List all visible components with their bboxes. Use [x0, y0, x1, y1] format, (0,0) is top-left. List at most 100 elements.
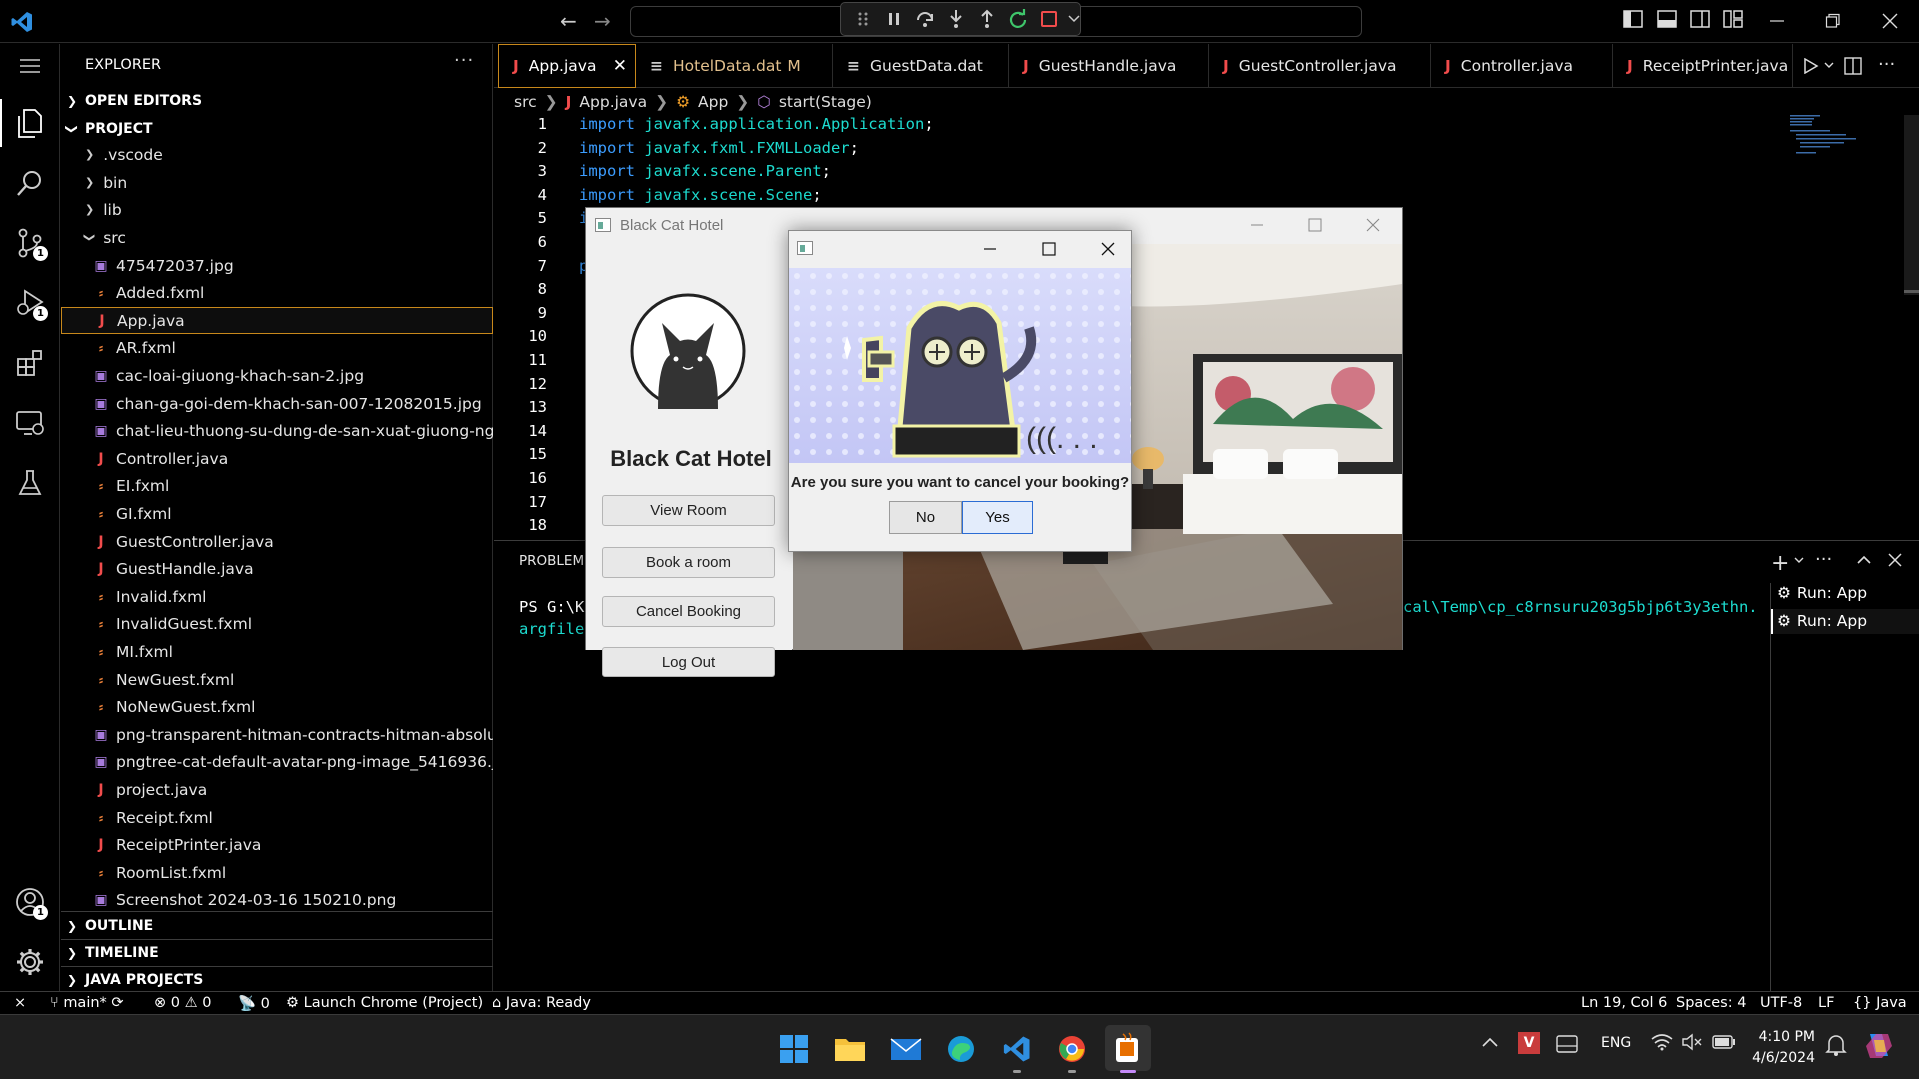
stop-icon[interactable]: [1037, 7, 1060, 31]
wifi-icon[interactable]: [1651, 1033, 1673, 1051]
file-item[interactable]: ▣ cac-loai-giuong-khach-san-2.jpg: [61, 362, 493, 389]
view-room-button[interactable]: View Room: [602, 495, 775, 526]
chevron-up-icon[interactable]: [1482, 1037, 1498, 1047]
java-app-icon[interactable]: [1105, 1025, 1151, 1073]
tab-guesthandle-java[interactable]: J GuestHandle.java: [1009, 44, 1209, 88]
toggle-secondary-sidebar-icon[interactable]: [1690, 10, 1710, 28]
breadcrumb-item[interactable]: App: [698, 93, 728, 111]
language-mode[interactable]: {} Java: [1853, 995, 1907, 1011]
breadcrumb-item[interactable]: start(Stage): [779, 93, 872, 111]
problems-indicator[interactable]: ⊗ 0 ⚠ 0: [154, 995, 211, 1011]
folder-bin[interactable]: ❯ bin: [61, 169, 493, 196]
yes-button[interactable]: Yes: [962, 501, 1033, 534]
split-editor-icon[interactable]: [1844, 57, 1862, 75]
file-item[interactable]: J Controller.java: [61, 445, 493, 472]
breadcrumb-item[interactable]: App.java: [579, 93, 647, 111]
run-icon[interactable]: [1803, 58, 1819, 74]
dialog-close-icon[interactable]: [1101, 242, 1115, 256]
java-projects-section[interactable]: ❯ JAVA PROJECTS: [61, 966, 493, 993]
toggle-sidebar-icon[interactable]: [1623, 10, 1643, 28]
more-actions-icon[interactable]: ···: [1815, 549, 1832, 570]
more-actions-icon[interactable]: ···: [1878, 54, 1895, 75]
close-panel-icon[interactable]: [1888, 553, 1902, 567]
close-tab-icon[interactable]: ✕: [613, 56, 627, 76]
terminal-run-app-1[interactable]: ⚙ Run: App: [1777, 584, 1867, 602]
chevron-down-icon[interactable]: [1824, 62, 1834, 70]
chevron-down-icon[interactable]: [1068, 7, 1080, 31]
accounts-icon[interactable]: 1: [12, 884, 48, 920]
explorer-icon[interactable]: [12, 105, 48, 141]
tab-guestdata-dat[interactable]: ≡ GuestData.dat: [833, 44, 1009, 88]
chevron-down-icon[interactable]: [1794, 557, 1804, 565]
copilot-icon[interactable]: [1864, 1030, 1894, 1060]
file-item[interactable]: ⸗ GI.fxml: [61, 500, 493, 527]
dialog-maximize-icon[interactable]: [1042, 242, 1056, 256]
minimize-icon[interactable]: [1769, 13, 1785, 29]
file-item[interactable]: ⸗ NewGuest.fxml: [61, 666, 493, 693]
app-close-icon[interactable]: [1366, 218, 1380, 232]
settings-gear-icon[interactable]: [12, 944, 48, 980]
cursor-position[interactable]: Ln 19, Col 6: [1581, 995, 1667, 1011]
more-actions-icon[interactable]: ···: [454, 50, 474, 71]
editor-scrollbar[interactable]: [1904, 115, 1919, 295]
minimap[interactable]: [1790, 115, 1860, 165]
no-button[interactable]: No: [889, 501, 962, 534]
maximize-panel-icon[interactable]: [1857, 555, 1871, 565]
language-indicator[interactable]: ENG: [1601, 1035, 1631, 1051]
remote-icon[interactable]: ⨯: [14, 995, 26, 1011]
file-item[interactable]: ⸗ Added.fxml: [61, 280, 493, 307]
file-item[interactable]: ⸗ InvalidGuest.fxml: [61, 611, 493, 638]
file-item[interactable]: ▣ 475472037.jpg: [61, 252, 493, 279]
cancel-booking-button[interactable]: Cancel Booking: [602, 596, 775, 627]
file-explorer-icon[interactable]: [830, 1029, 870, 1069]
testing-flask-icon[interactable]: [12, 465, 48, 501]
customize-layout-icon[interactable]: [1723, 10, 1743, 28]
branch-indicator[interactable]: ⑂ main* ⟳: [50, 995, 124, 1011]
open-editors-section[interactable]: ❯ OPEN EDITORS: [61, 87, 493, 114]
app-maximize-icon[interactable]: [1308, 218, 1322, 232]
chrome-icon[interactable]: [1052, 1029, 1092, 1073]
file-item[interactable]: Jproject.java: [61, 776, 493, 803]
remote-explorer-icon[interactable]: [12, 405, 48, 441]
breadcrumb-item[interactable]: src: [514, 93, 537, 111]
line-ending[interactable]: LF: [1818, 995, 1834, 1011]
antivirus-tray-icon[interactable]: V: [1518, 1032, 1540, 1054]
forward-arrow-icon[interactable]: →: [594, 9, 611, 33]
folder-lib[interactable]: ❯ lib: [61, 196, 493, 223]
new-terminal-icon[interactable]: +: [1771, 551, 1789, 576]
clock-date[interactable]: 4/6/2024: [1750, 1050, 1815, 1066]
terminal-run-app-2[interactable]: ⚙ Run: App: [1777, 612, 1867, 630]
file-item[interactable]: ⸗ Receipt.fxml: [61, 804, 493, 831]
file-item[interactable]: ▣ pngtree-cat-default-avatar-png-image_54…: [61, 749, 493, 776]
tab-controller-java[interactable]: J Controller.java: [1431, 44, 1613, 88]
panel-tab-problems[interactable]: PROBLEMS: [519, 553, 593, 569]
timeline-section[interactable]: ❯ TIMELINE: [61, 939, 493, 966]
source-control-icon[interactable]: 1: [12, 225, 48, 261]
file-item[interactable]: ⸗ AR.fxml: [61, 335, 493, 362]
file-item[interactable]: J ReceiptPrinter.java: [61, 832, 493, 859]
log-out-button[interactable]: Log Out: [602, 647, 775, 677]
outline-section[interactable]: ❯ OUTLINE: [61, 912, 493, 939]
project-section[interactable]: ❯ PROJECT: [61, 115, 493, 142]
tab-guestcontroller-java[interactable]: J GuestController.java: [1209, 44, 1431, 88]
pause-icon[interactable]: [882, 7, 905, 31]
tab-receiptprinter-java[interactable]: J ReceiptPrinter.java: [1613, 44, 1793, 88]
volume-muted-icon[interactable]: [1682, 1033, 1704, 1051]
folder-vscode[interactable]: ❯ .vscode: [61, 141, 493, 168]
toggle-panel-icon[interactable]: [1657, 10, 1677, 28]
notification-bell-icon[interactable]: [1825, 1033, 1847, 1057]
file-item[interactable]: ⸗ RoomList.fxml: [61, 859, 493, 886]
step-over-icon[interactable]: [913, 7, 936, 31]
step-into-icon[interactable]: [944, 7, 967, 31]
file-item[interactable]: J App.java: [61, 307, 493, 335]
file-item[interactable]: ▣ Screenshot 2024-03-16 150210.png: [61, 887, 493, 914]
mail-icon[interactable]: [886, 1029, 926, 1069]
restore-icon[interactable]: [1825, 13, 1841, 29]
java-status[interactable]: ⌂ Java: Ready: [492, 995, 591, 1011]
extensions-icon[interactable]: [12, 345, 48, 381]
file-item[interactable]: ⸗ EI.fxml: [61, 473, 493, 500]
tab-app-java[interactable]: J App.java ✕: [498, 44, 636, 88]
dialog-minimize-icon[interactable]: [983, 242, 997, 256]
file-item[interactable]: J GuestHandle.java: [61, 556, 493, 583]
file-item[interactable]: ▣ chan-ga-goi-dem-khach-san-007-12082015.…: [61, 390, 493, 417]
